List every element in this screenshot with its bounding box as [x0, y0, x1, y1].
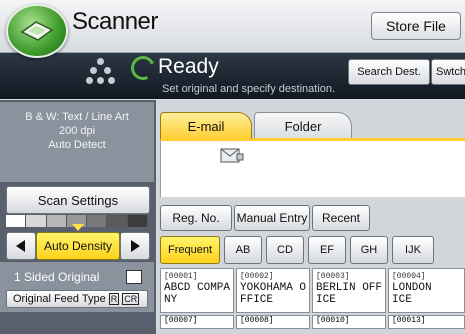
- density-lighter-button[interactable]: [6, 232, 36, 260]
- arrow-left-icon: [16, 240, 25, 252]
- tab-folder[interactable]: Folder: [254, 112, 352, 139]
- scanner-app-icon: [6, 4, 68, 58]
- feed-r-icon: R: [108, 293, 120, 305]
- index-tab-gh[interactable]: GH: [350, 236, 388, 264]
- manual-entry-button[interactable]: Manual Entry: [234, 205, 310, 231]
- page-orientation-icon: [126, 270, 142, 284]
- address-entry[interactable]: [00007]: [160, 315, 234, 329]
- address-index-tabs: Frequent AB CD EF GH IJK: [160, 236, 465, 264]
- feed-type-label: Original Feed Type: [13, 293, 106, 305]
- original-feed-type-button[interactable]: Original Feed Type R CR: [6, 290, 148, 308]
- status-text: Ready: [158, 55, 219, 78]
- address-name: YOKOHAMA O: [240, 282, 307, 294]
- feed-cr-icon: CR: [122, 293, 140, 305]
- status-hint: Set original and specify destination.: [162, 83, 336, 95]
- auto-density-button[interactable]: Auto Density: [36, 232, 120, 260]
- address-name-cont: FFICE: [240, 294, 274, 306]
- recent-button[interactable]: Recent: [312, 205, 370, 231]
- address-name: LONDON: [392, 282, 432, 294]
- address-list: [00001] ABCD COMPA NY [00002] YOKOHAMA O…: [160, 268, 465, 334]
- density-marker-icon: [72, 224, 84, 231]
- scan-mode-type: B & W: Text / Line Art: [25, 111, 129, 123]
- scan-mode-summary[interactable]: B & W: Text / Line Art 200 dpi Auto Dete…: [0, 102, 154, 182]
- address-name: BERLIN OFF: [316, 282, 383, 294]
- address-entry[interactable]: [00001] ABCD COMPA NY: [160, 268, 234, 313]
- address-entry[interactable]: [00003] BERLIN OFF ICE: [312, 268, 386, 313]
- tab-email[interactable]: E-mail: [160, 112, 252, 139]
- address-name-cont: NY: [164, 294, 178, 306]
- store-file-button[interactable]: Store File: [371, 12, 461, 40]
- registration-number-button[interactable]: Reg. No.: [160, 205, 232, 231]
- index-tab-ab[interactable]: AB: [224, 236, 262, 264]
- address-entry[interactable]: [00013]: [388, 315, 465, 329]
- index-tab-ijk[interactable]: IJK: [392, 236, 434, 264]
- address-name-cont: ICE: [392, 294, 412, 306]
- destination-field[interactable]: [160, 138, 465, 197]
- app-title: Scanner: [72, 8, 158, 35]
- address-entry[interactable]: [00010]: [312, 315, 386, 329]
- address-entry[interactable]: [00008]: [236, 315, 310, 329]
- scan-resolution: 200 dpi: [58, 125, 96, 137]
- scan-settings-button[interactable]: Scan Settings: [6, 186, 150, 214]
- address-name: ABCD COMPA: [164, 282, 231, 294]
- sided-original-label[interactable]: 1 Sided Original: [14, 270, 99, 284]
- machine-status-icon: [86, 58, 116, 92]
- index-tab-cd[interactable]: CD: [266, 236, 304, 264]
- index-tab-frequent[interactable]: Frequent: [160, 236, 220, 264]
- address-number: [00003]: [316, 272, 350, 281]
- address-entry[interactable]: [00002] YOKOHAMA O FFICE: [236, 268, 310, 313]
- density-darker-button[interactable]: [120, 232, 150, 260]
- address-name-cont: ICE: [316, 294, 336, 306]
- arrow-right-icon: [131, 240, 140, 252]
- address-entry[interactable]: [00004] LONDON ICE: [388, 268, 465, 313]
- scan-size-mode: Auto Detect: [48, 139, 106, 151]
- address-number: [00004]: [392, 272, 426, 281]
- address-number: [00001]: [164, 272, 198, 281]
- search-destination-button[interactable]: Search Dest.: [348, 59, 430, 85]
- address-number: [00002]: [240, 272, 274, 281]
- switch-button[interactable]: Swtch: [431, 59, 465, 85]
- email-icon: [220, 148, 244, 163]
- index-tab-ef[interactable]: EF: [308, 236, 346, 264]
